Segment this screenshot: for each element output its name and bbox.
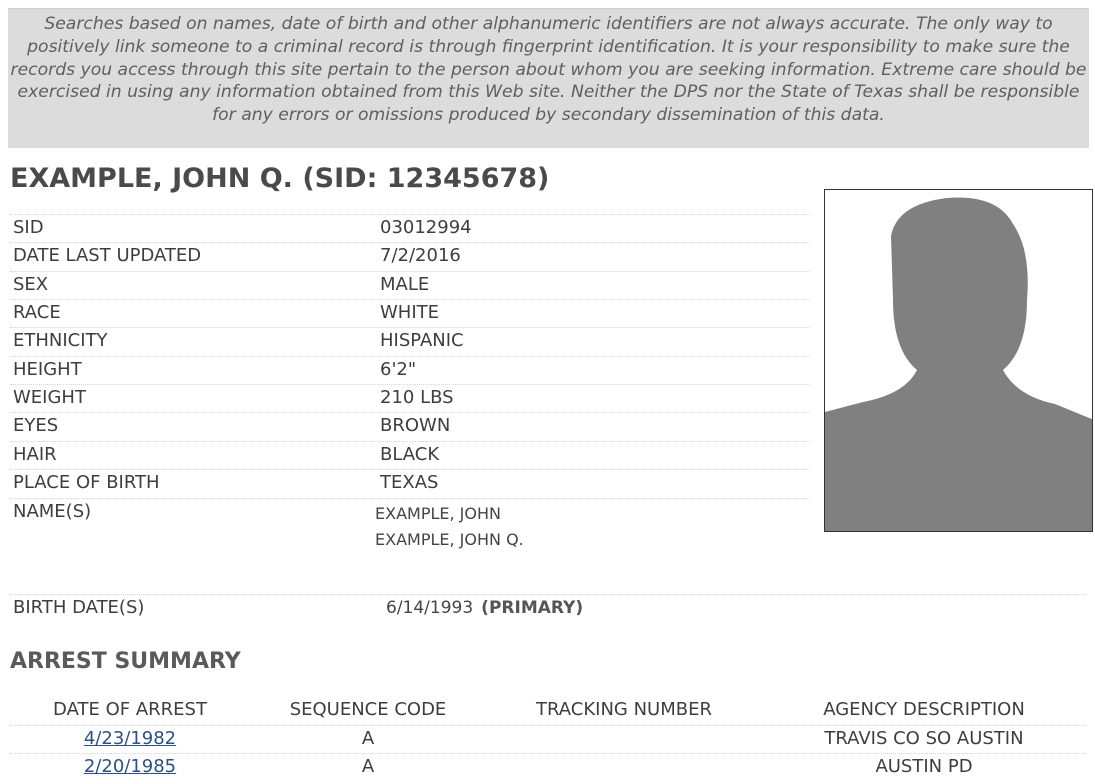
arrest-date-cell: 4/23/1982	[10, 728, 250, 749]
table-row: 4/23/1982 A TRAVIS CO SO AUSTIN	[10, 725, 1086, 754]
detail-row-eyes: EYES BROWN	[10, 412, 810, 441]
names-list: EXAMPLE, JOHN EXAMPLE, JOHN Q.	[375, 501, 524, 553]
detail-label: EYES	[13, 415, 59, 436]
primary-tag: (PRIMARY)	[481, 598, 584, 618]
detail-label: WEIGHT	[13, 387, 86, 408]
detail-row-weight: WEIGHT 210 LBS	[10, 384, 810, 413]
detail-row-ethnicity: ETHNICITY HISPANIC	[10, 327, 810, 356]
detail-label: SEX	[13, 274, 49, 295]
detail-label: HEIGHT	[13, 359, 82, 380]
column-header-date-of-arrest: DATE OF ARREST	[53, 699, 207, 720]
agency-description-cell: AUSTIN PD	[875, 756, 973, 777]
detail-value: HISPANIC	[380, 330, 464, 351]
detail-label: NAME(S)	[13, 501, 92, 522]
detail-row-sex: SEX MALE	[10, 271, 810, 300]
detail-value: TEXAS	[380, 472, 439, 493]
detail-label: DATE LAST UPDATED	[13, 245, 202, 266]
detail-value: 7/2/2016	[380, 245, 461, 266]
arrest-date-cell: 2/20/1985	[10, 756, 250, 777]
column-header-sequence-code: SEQUENCE CODE	[289, 699, 447, 720]
person-photo	[824, 189, 1093, 532]
disclaimer-banner: Searches based on names, date of birth a…	[8, 8, 1089, 148]
detail-label: SID	[13, 217, 44, 238]
detail-row-height: HEIGHT 6'2"	[10, 356, 810, 385]
arrest-summary-title: ARREST SUMMARY	[10, 649, 241, 674]
detail-row-sid: SID 03012994	[10, 214, 810, 243]
detail-value: BROWN	[380, 415, 451, 436]
arrest-date-link[interactable]: 2/20/1985	[84, 756, 176, 777]
arrest-date-link[interactable]: 4/23/1982	[84, 728, 176, 749]
sequence-code-cell: A	[361, 756, 375, 777]
sequence-code-cell: A	[361, 728, 375, 749]
detail-label: BIRTH DATE(S)	[13, 597, 145, 618]
column-header-tracking-number: TRACKING NUMBER	[536, 699, 712, 720]
detail-row-names: NAME(S) EXAMPLE, JOHN EXAMPLE, JOHN Q.	[10, 498, 810, 579]
detail-row-place-of-birth: PLACE OF BIRTH TEXAS	[10, 469, 810, 498]
column-header-agency-description: AGENCY DESCRIPTION	[823, 699, 1025, 720]
detail-row-birth-dates: BIRTH DATE(S) 6/14/1993 (PRIMARY)	[10, 594, 1086, 623]
detail-row-date-last-updated: DATE LAST UPDATED 7/2/2016	[10, 242, 810, 271]
detail-value: MALE	[380, 274, 430, 295]
detail-value: 6'2"	[380, 359, 417, 380]
birth-date: 6/14/1993	[386, 598, 474, 618]
birth-date-value: 6/14/1993 (PRIMARY)	[386, 598, 583, 618]
detail-row-race: RACE WHITE	[10, 299, 810, 328]
detail-label: RACE	[13, 302, 61, 323]
detail-label: PLACE OF BIRTH	[13, 472, 160, 493]
detail-value: 03012994	[380, 217, 472, 238]
detail-label: HAIR	[13, 444, 57, 465]
alias-name: EXAMPLE, JOHN Q.	[375, 530, 524, 549]
agency-description-cell: TRAVIS CO SO AUSTIN	[824, 728, 1024, 749]
page-title: EXAMPLE, JOHN Q. (SID: 12345678)	[10, 163, 550, 194]
arrest-table-header: DATE OF ARREST SEQUENCE CODE TRACKING NU…	[10, 697, 1086, 725]
alias-name: EXAMPLE, JOHN	[375, 504, 501, 523]
detail-value: WHITE	[380, 302, 440, 323]
person-silhouette-icon	[825, 197, 1092, 531]
detail-value: 210 LBS	[380, 387, 454, 408]
detail-value: BLACK	[380, 444, 440, 465]
detail-row-hair: HAIR BLACK	[10, 441, 810, 470]
table-row: 2/20/1985 A AUSTIN PD	[10, 753, 1086, 782]
detail-label: ETHNICITY	[13, 330, 108, 351]
